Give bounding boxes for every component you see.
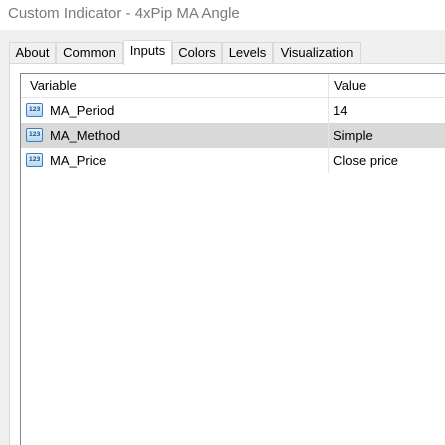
tab-visualization[interactable]: Visualization (273, 42, 361, 64)
variable-value[interactable]: 14 (333, 98, 347, 123)
integer-param-icon: 123 (26, 153, 43, 167)
cell-divider (328, 98, 329, 123)
tab-strip: About Common Inputs Colors Levels Visual… (0, 40, 445, 65)
column-header-variable[interactable]: Variable (30, 74, 77, 97)
inputs-tab-panel: Variable Value 123 MA_Period 14 123 MA_M… (9, 63, 445, 445)
tab-common[interactable]: Common (56, 42, 123, 64)
tab-inputs[interactable]: Inputs (123, 40, 172, 65)
variable-name: MA_Period (50, 103, 115, 118)
dialog-window: Custom Indicator - 4xPip MA Angle About … (0, 0, 445, 445)
variable-name: MA_Method (50, 128, 121, 143)
cell-divider (328, 123, 329, 148)
grid-header: Variable Value (21, 74, 445, 98)
variable-value[interactable]: Simple (333, 123, 373, 148)
variable-name: MA_Price (50, 153, 107, 168)
integer-param-icon: 123 (26, 103, 43, 117)
window-title: Custom Indicator - 4xPip MA Angle (8, 5, 240, 22)
column-divider[interactable] (328, 74, 329, 97)
input-row-ma-price[interactable]: 123 MA_Price Close price (21, 148, 445, 173)
tab-colors[interactable]: Colors (172, 42, 222, 64)
integer-param-icon: 123 (26, 128, 43, 142)
tab-about[interactable]: About (9, 42, 56, 64)
column-header-value[interactable]: Value (334, 74, 366, 97)
inputs-grid[interactable]: Variable Value 123 MA_Period 14 123 MA_M… (20, 73, 445, 445)
input-row-ma-method[interactable]: 123 MA_Method Simple (21, 123, 445, 148)
cell-divider (328, 148, 329, 173)
title-bar[interactable]: Custom Indicator - 4xPip MA Angle (0, 0, 445, 30)
tab-levels[interactable]: Levels (222, 42, 273, 64)
variable-value[interactable]: Close price (333, 148, 398, 173)
input-row-ma-period[interactable]: 123 MA_Period 14 (21, 98, 445, 123)
